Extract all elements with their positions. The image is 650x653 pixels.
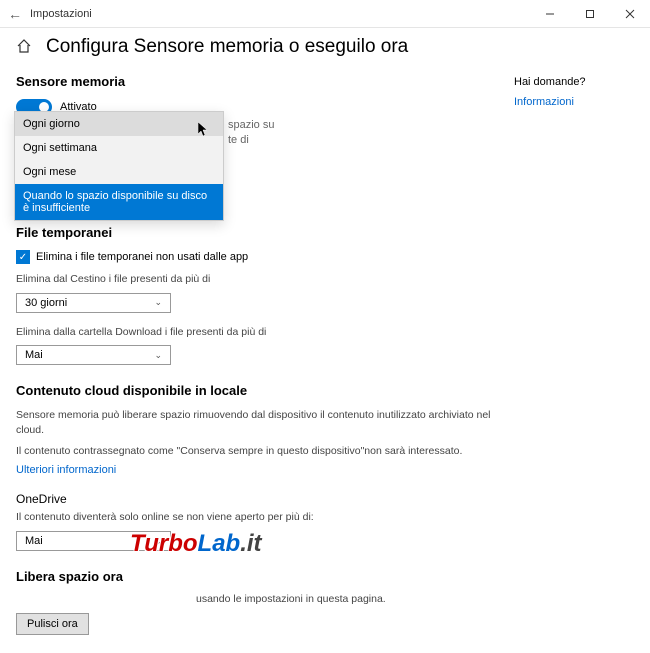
frequency-dropdown-list[interactable]: Ogni giorno Ogni settimana Ogni mese Qua… — [14, 111, 224, 221]
recycle-dropdown[interactable]: 30 giorni ⌄ — [16, 293, 171, 313]
help-heading: Hai domande? — [514, 76, 634, 88]
behind-dropdown-text: spazio su te di — [228, 118, 274, 149]
dropdown-option-monthly[interactable]: Ogni mese — [15, 160, 223, 184]
cloud-desc1: Sensore memoria può liberare spazio rimu… — [16, 408, 494, 437]
storage-sense-heading: Sensore memoria — [16, 74, 494, 89]
recycle-label: Elimina dal Cestino i file presenti da p… — [16, 272, 494, 287]
cloud-more-info-link[interactable]: Ulteriori informazioni — [16, 464, 116, 476]
onedrive-desc: Il contenuto diventerà solo online se no… — [16, 510, 494, 525]
section-cloud-content: Contenuto cloud disponibile in locale Se… — [16, 383, 494, 551]
download-dropdown[interactable]: Mai ⌄ — [16, 345, 171, 365]
cloud-desc2: Il contenuto contrassegnato come "Conser… — [16, 444, 494, 459]
free-now-desc-visible: usando le impostazioni in questa pagina. — [196, 592, 494, 607]
close-button[interactable] — [610, 0, 650, 28]
recycle-dropdown-value: 30 giorni — [25, 297, 67, 309]
onedrive-dropdown-value: Mai — [25, 535, 43, 547]
download-label: Elimina dalla cartella Download i file p… — [16, 325, 494, 340]
section-storage-sense: Sensore memoria Attivato — [16, 74, 494, 115]
chevron-down-icon: ⌄ — [154, 297, 162, 308]
section-temp-files: File temporanei ✓ Elimina i file tempora… — [16, 225, 494, 365]
chevron-down-icon: ⌄ — [154, 350, 162, 361]
delete-temp-checkbox-label: Elimina i file temporanei non usati dall… — [36, 251, 248, 263]
dropdown-option-low-disk[interactable]: Quando lo spazio disponibile su disco è … — [15, 184, 223, 220]
checkbox-icon[interactable]: ✓ — [16, 250, 30, 264]
minimize-button[interactable] — [530, 0, 570, 28]
onedrive-heading: OneDrive — [16, 492, 494, 506]
watermark: TurboLab.it — [130, 530, 262, 558]
cloud-heading: Contenuto cloud disponibile in locale — [16, 383, 494, 398]
free-now-heading: Libera spazio ora — [16, 569, 494, 584]
clean-now-button[interactable]: Pulisci ora — [16, 613, 89, 635]
dropdown-option-daily[interactable]: Ogni giorno — [15, 112, 223, 136]
section-free-now: Libera spazio ora usando le impostazioni… — [16, 569, 494, 635]
dropdown-option-weekly[interactable]: Ogni settimana — [15, 136, 223, 160]
download-dropdown-value: Mai — [25, 349, 43, 361]
home-icon[interactable] — [16, 38, 32, 57]
help-link[interactable]: Informazioni — [514, 96, 574, 108]
help-pane: Hai domande? Informazioni — [514, 74, 634, 653]
cursor-icon — [198, 122, 210, 141]
maximize-button[interactable] — [570, 0, 610, 28]
temp-files-heading: File temporanei — [16, 225, 494, 240]
page-title: Configura Sensore memoria o eseguilo ora — [46, 36, 408, 58]
page-header: Configura Sensore memoria o eseguilo ora — [0, 28, 650, 66]
window-title: Impostazioni — [30, 8, 92, 20]
delete-temp-checkbox-row[interactable]: ✓ Elimina i file temporanei non usati da… — [16, 250, 494, 264]
window-titlebar: ← Impostazioni — [0, 0, 650, 28]
back-arrow-icon[interactable]: ← — [8, 6, 22, 22]
